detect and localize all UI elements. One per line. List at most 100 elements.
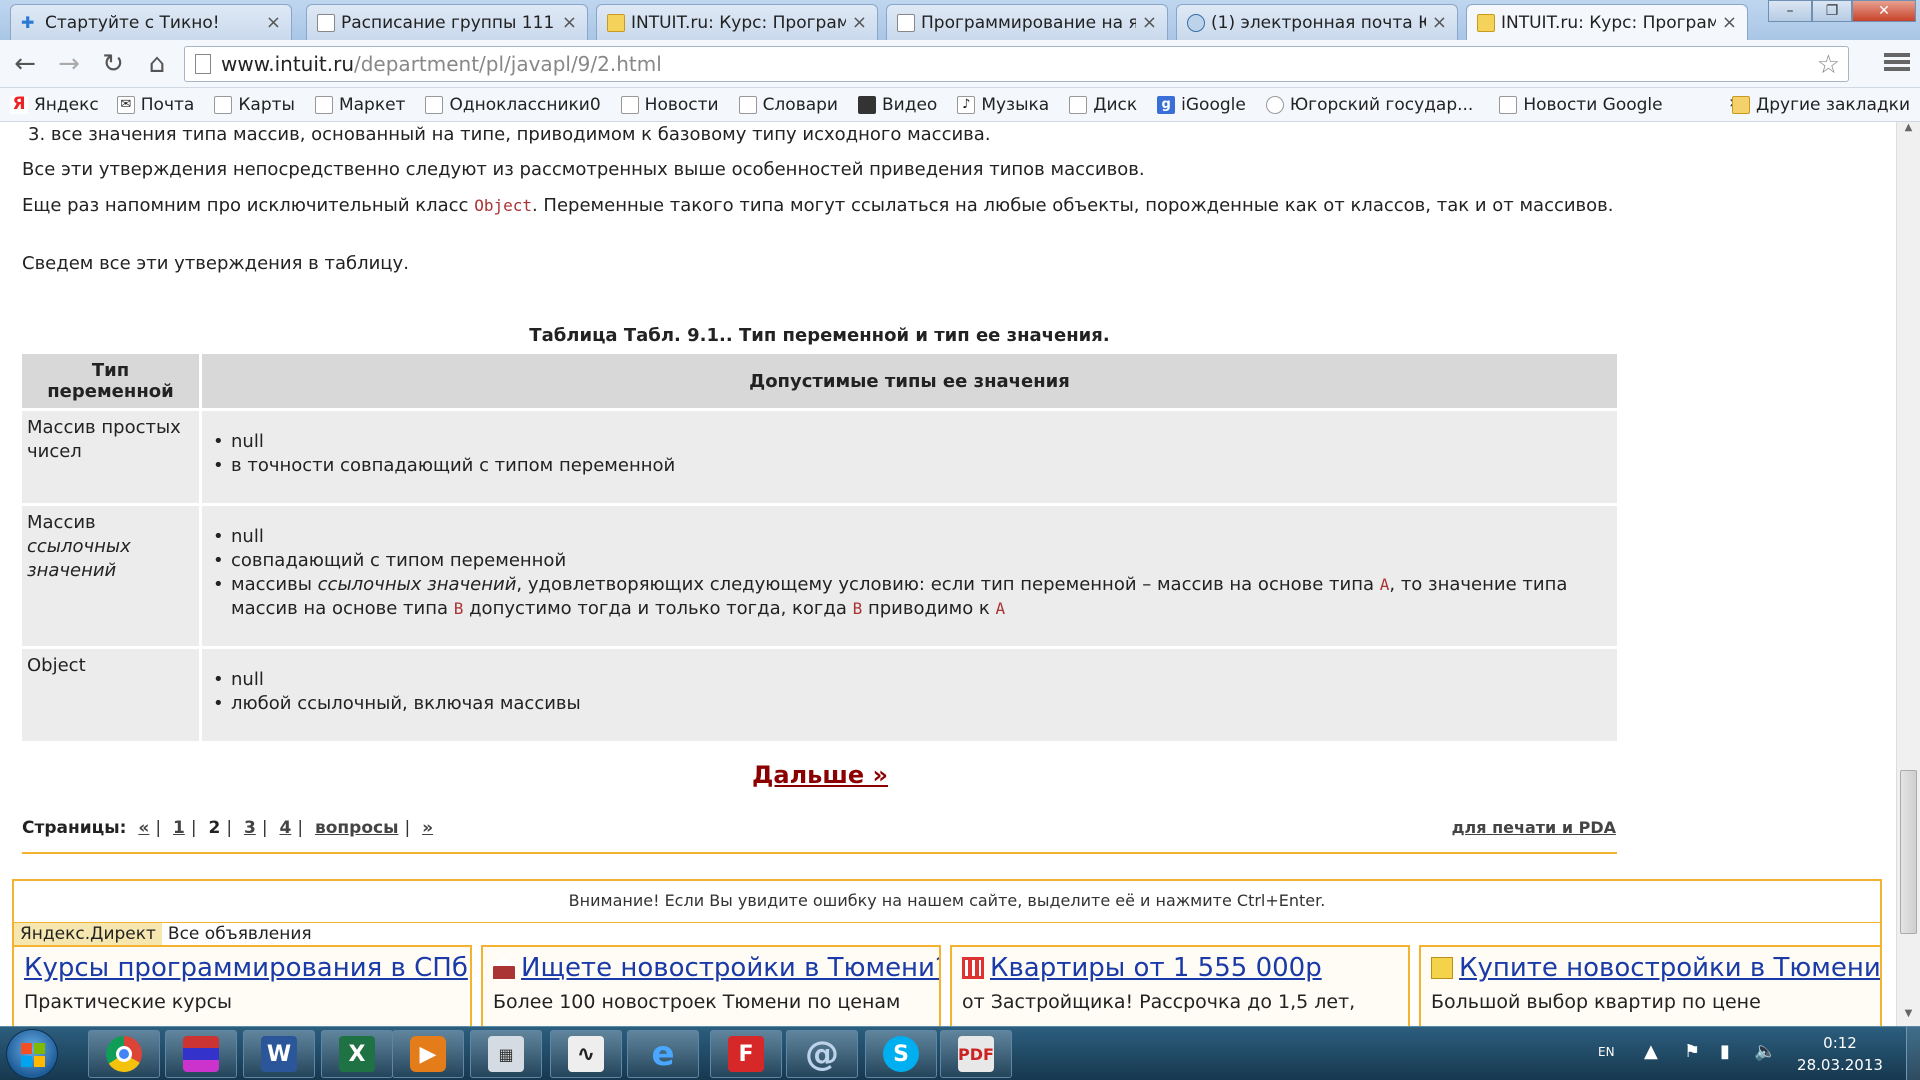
list-item: любой ссылочный, включая массивы [207,692,1612,716]
bookmark-yandex[interactable]: Я Яндекс [10,95,99,115]
page-icon [195,54,211,74]
close-icon[interactable]: × [1432,12,1447,33]
intuit-icon [607,13,625,32]
minimize-button[interactable]: – [1768,0,1812,22]
pagination-page-4[interactable]: 4 [279,818,291,838]
clock[interactable]: 0:12 28.03.2013 [1795,1032,1885,1076]
calculator-icon[interactable]: ▦ [470,1030,542,1078]
pagination-page-1[interactable]: 1 [173,818,185,838]
list-item: 3. все значения типа массив, основанный … [28,124,991,145]
flashget-icon[interactable]: F [710,1030,782,1078]
close-icon[interactable]: × [266,12,281,33]
ad-title-link[interactable]: Ищете новостройки в Тюмени? [493,953,939,983]
chrome-menu-icon[interactable] [1884,50,1910,76]
excel-icon[interactable]: X [321,1030,393,1078]
pagination-next[interactable]: » [422,818,433,838]
bookmark-disk[interactable]: Диск [1069,95,1137,115]
bookmark-label: Другие закладки [1755,95,1910,115]
error-notice: Внимание! Если Вы увидите ошибку на наше… [12,879,1882,923]
show-hidden-icons[interactable]: ▲ [1644,1041,1658,1062]
pagination: Страницы: «| 1 | 2 | 3 | 4 | вопросы | » [22,818,434,838]
bookmark-mail[interactable]: ✉ Почта [116,94,195,115]
next-page-link[interactable]: Дальше » [752,761,888,789]
pagination-label: Страницы: [22,818,127,838]
all-ads-link[interactable]: Все объявления [168,924,312,944]
video-icon [857,95,876,114]
language-indicator[interactable]: EN [1598,1045,1615,1059]
bookmark-dictionaries[interactable]: Словари [738,95,838,115]
tab-6-active[interactable]: INTUIT.ru: Курс: Програм × [1466,4,1748,40]
chrome-icon[interactable] [88,1030,160,1078]
tab-label: INTUIT.ru: Курс: Програм [631,12,846,33]
tab-3[interactable]: INTUIT.ru: Курс: Програм × [596,4,878,40]
tab-4[interactable]: Программирование на я × [886,4,1168,40]
folder-icon [1731,96,1750,114]
media-player-icon[interactable]: ▶ [392,1030,464,1078]
tab-5[interactable]: (1) электронная почта Ю × [1176,4,1458,40]
tab-strip: ✚ Стартуйте с Тикно! × Расписание группы… [0,0,1920,40]
mail-at-icon[interactable]: @ [786,1030,858,1078]
scroll-up-arrow[interactable]: ▲ [1897,122,1920,140]
url-path: /department/pl/javapl/9/2.html [354,52,662,76]
ad-title-link[interactable]: Квартиры от 1 555 000р [962,953,1398,983]
allowed-values-cell: null в точности совпадающий с типом пере… [202,411,1617,503]
ad-title-link[interactable]: Купите новостройки в Тюмени [1431,953,1880,983]
ad-text: Большой выбор квартир по цене [1431,991,1761,1013]
maximize-button[interactable]: ❐ [1812,0,1852,22]
tab-label: Расписание группы 1111 [341,12,556,33]
bookmark-university[interactable]: Югорский государ... [1265,95,1473,115]
bookmark-label: Почта [140,94,195,115]
list-item: совпадающий с типом переменной [207,549,1612,573]
vertical-scrollbar[interactable]: ▲ ▼ [1896,122,1920,1026]
table-row: Object null любой ссылочный, включая мас… [22,649,1617,741]
print-pda-link[interactable]: для печати и PDA [1452,818,1616,837]
bookmark-google-news[interactable]: Новости Google [1499,95,1663,115]
page-icon [897,13,915,32]
ie-icon[interactable]: e [627,1030,699,1078]
skype-icon[interactable]: S [865,1030,937,1078]
pagination-page-3[interactable]: 3 [244,818,256,838]
table-row: Массивссылочных значений null совпадающи… [22,506,1617,646]
close-icon[interactable]: × [1142,12,1157,33]
close-icon[interactable]: × [1722,12,1737,33]
bookmark-music[interactable]: ♪ Музыка [957,95,1049,115]
scrollbar-thumb[interactable] [1900,770,1917,934]
tab-2[interactable]: Расписание группы 1111 × [306,4,588,40]
scroll-down-arrow[interactable]: ▼ [1897,1008,1920,1026]
tab-1[interactable]: ✚ Стартуйте с Тикно! × [10,4,292,40]
pdf-icon[interactable]: PDF [940,1030,1012,1078]
bookmark-news[interactable]: Новости [620,95,719,115]
close-window-button[interactable]: ✕ [1852,0,1916,22]
action-center-icon[interactable]: ⚑ [1684,1041,1700,1062]
address-bar[interactable]: www.intuit.ru/department/pl/javapl/9/2.h… [184,46,1849,82]
bookmark-igoogle[interactable]: g iGoogle [1157,95,1246,115]
yandex-direct-brand[interactable]: Яндекс.Директ [14,923,162,945]
bookmark-odnoklassniki[interactable]: Одноклассники0 [425,94,601,115]
network-icon[interactable]: ▮ [1720,1041,1730,1062]
pagination-prev[interactable]: « [138,818,149,838]
chart-app-icon[interactable]: ∿ [550,1030,622,1078]
start-button[interactable] [6,1029,58,1079]
word-icon[interactable]: W [243,1030,315,1078]
volume-icon[interactable]: 🔈 [1754,1041,1776,1062]
forward-button[interactable]: → [52,48,86,80]
bookmarks-bar: Я Яндекс ✉ Почта Карты Маркет Одноклассник… [0,88,1920,122]
winrar-icon[interactable] [165,1030,237,1078]
pagination-questions[interactable]: вопросы [315,818,398,838]
bookmark-market[interactable]: Маркет [314,95,405,115]
bookmark-maps[interactable]: Карты [214,95,295,115]
close-icon[interactable]: × [562,12,577,33]
ad-title-link[interactable]: Курсы программирования в СПб [24,953,468,983]
home-button[interactable]: ⌂ [140,48,174,80]
variable-type-cell: Массив ссылочных значений [22,506,202,646]
disk-icon [1069,95,1088,114]
show-desktop-button[interactable] [1906,1027,1920,1080]
bookmark-video[interactable]: Видео [857,95,937,115]
reload-button[interactable]: ↻ [96,48,130,80]
bookmark-label: Одноклассники0 [449,94,601,115]
house-icon [493,957,515,979]
close-icon[interactable]: × [852,12,867,33]
bookmark-star-icon[interactable]: ☆ [1817,50,1840,80]
back-button[interactable]: ← [8,48,42,80]
other-bookmarks[interactable]: Другие закладки [1731,88,1910,122]
